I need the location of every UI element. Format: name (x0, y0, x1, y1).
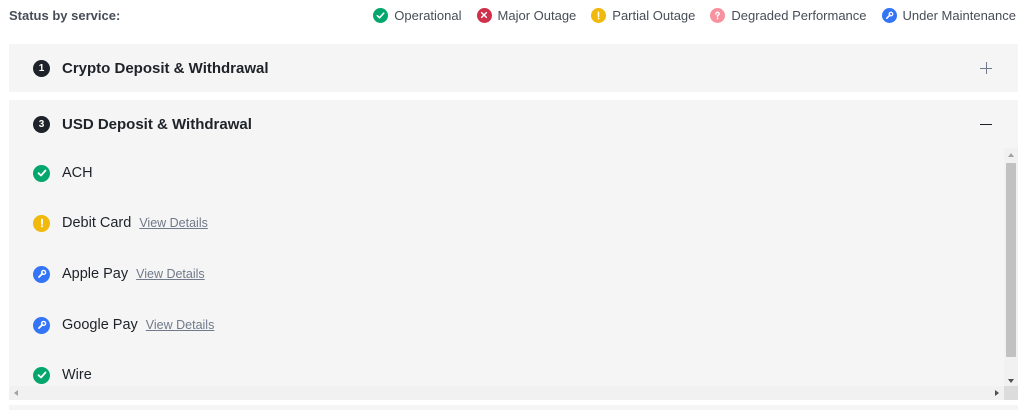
divider (9, 405, 1018, 410)
service-name: ACH (62, 165, 93, 181)
legend-label: Degraded Performance (731, 7, 867, 23)
plus-icon[interactable] (978, 60, 994, 76)
legend-item-degraded-performance: Degraded Performance (710, 7, 867, 23)
view-details-link[interactable]: View Details (139, 216, 208, 230)
legend-item-partial-outage: Partial Outage (591, 7, 696, 23)
x-circle-icon (476, 7, 492, 23)
service-name: Wire (62, 367, 92, 383)
legend-title: Status by service: (9, 7, 121, 23)
check-circle-icon (33, 164, 50, 182)
service-list[interactable]: ACH Debit Card View Details Apple Pay Vi… (9, 148, 1018, 400)
check-circle-icon (33, 366, 50, 384)
scroll-up-arrow-icon[interactable] (1004, 148, 1018, 162)
scroll-left-arrow-icon[interactable] (9, 386, 23, 400)
wrench-circle-icon (33, 316, 50, 334)
exclamation-circle-icon (591, 7, 607, 23)
wrench-circle-icon (33, 265, 50, 283)
service-name: Apple Pay (62, 266, 129, 282)
scrollbar-corner (1004, 386, 1018, 400)
vertical-scrollbar[interactable] (1004, 148, 1018, 388)
service-count-badge: 3 (33, 115, 50, 133)
panel-header-usd[interactable]: 3 USD Deposit & Withdrawal (9, 100, 1018, 148)
minus-icon[interactable] (978, 116, 994, 132)
legend-item-operational: Operational (373, 7, 462, 23)
legend-label: Partial Outage (612, 7, 696, 23)
exclamation-circle-icon (33, 214, 50, 232)
list-item-apple-pay: Apple Pay View Details (33, 262, 205, 286)
question-circle-icon (710, 7, 726, 23)
legend-item-under-maintenance: Under Maintenance (881, 7, 1016, 23)
legend-items: Operational Major Outage Partial Outage … (373, 7, 1016, 23)
scroll-right-arrow-icon[interactable] (990, 386, 1004, 400)
legend-label: Operational (394, 7, 462, 23)
check-circle-icon (373, 7, 389, 23)
panel-title: Crypto Deposit & Withdrawal (62, 59, 269, 77)
list-item-wire: Wire (33, 363, 92, 387)
status-legend: Status by service: Operational Major Out… (0, 0, 1024, 30)
panel-crypto-deposit-withdrawal: 1 Crypto Deposit & Withdrawal (9, 44, 1018, 92)
service-name: Google Pay (62, 317, 138, 333)
list-item-debit-card: Debit Card View Details (33, 211, 208, 235)
view-details-link[interactable]: View Details (146, 318, 215, 332)
list-item-ach: ACH (33, 161, 93, 185)
legend-label: Under Maintenance (902, 7, 1016, 23)
service-name: Debit Card (62, 215, 132, 231)
legend-item-major-outage: Major Outage (476, 7, 577, 23)
scrollbar-thumb[interactable] (1006, 163, 1016, 357)
list-item-google-pay: Google Pay View Details (33, 313, 214, 337)
wrench-circle-icon (881, 7, 897, 23)
view-details-link[interactable]: View Details (136, 267, 205, 281)
legend-label: Major Outage (497, 7, 577, 23)
service-count-badge: 1 (33, 59, 50, 77)
panel-usd-deposit-withdrawal: 3 USD Deposit & Withdrawal ACH Debit Car… (9, 100, 1018, 400)
panel-header-crypto[interactable]: 1 Crypto Deposit & Withdrawal (9, 44, 1018, 92)
panel-title: USD Deposit & Withdrawal (62, 115, 252, 133)
horizontal-scrollbar[interactable] (9, 386, 1004, 400)
